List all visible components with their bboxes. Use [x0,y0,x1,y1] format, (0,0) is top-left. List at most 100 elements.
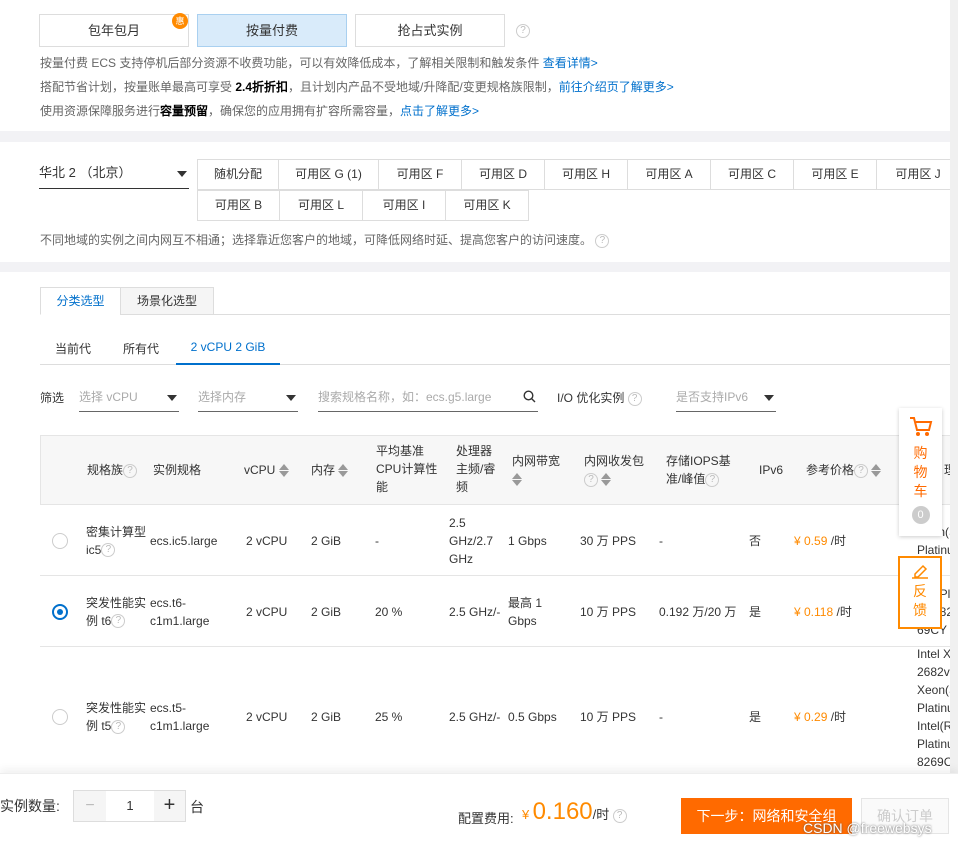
row-radio[interactable] [52,532,68,549]
sort-icon[interactable] [601,472,612,487]
tab-scenario[interactable]: 场景化选型 [120,287,214,315]
ipv6-select[interactable]: 是否支持IPv6 [676,386,776,412]
sort-icon[interactable] [871,463,882,478]
currency: ¥ [522,807,530,822]
help-icon[interactable]: ? [123,463,138,478]
vcpu-select[interactable]: 选择 vCPU [79,386,179,412]
billing-pay-as-you-go[interactable]: 按量付费 [197,14,347,47]
quantity-stepper[interactable]: − 1 + [73,790,186,822]
footer-bar: 实例数量: − 1 + 台 配置费用: ¥ 0.160/时 ? 下一步：网络和安… [0,773,958,846]
cell-vcpu: 2 vCPU [246,604,288,619]
billing-spot[interactable]: 抢占式实例 [355,14,505,47]
cell-vcpu: 2 vCPU [246,710,288,724]
decrement-button[interactable]: − [74,791,106,821]
price-unit: /时 [836,604,852,619]
zone-option[interactable]: 可用区 D [462,159,545,190]
sort-icon[interactable] [278,463,289,478]
tab-all-gen[interactable]: 所有代 [110,340,172,357]
quantity-input[interactable]: 1 [106,791,154,821]
cell-ipv6: 是 [749,604,762,619]
text: ，且计划内产品不受地域/升降配/变更规格族限制， [288,80,559,94]
scrollbar[interactable] [950,0,958,846]
table-row[interactable]: 密集计算型 ic5? ecs.ic5.large 2 vCPU 2 GiB - 2.5 G… [40,505,958,576]
search-icon[interactable] [523,390,536,403]
col-frequency: 处理器主频/睿频 [456,444,496,494]
zone-option[interactable]: 可用区 K [446,190,529,221]
tab-2vcpu-2gib[interactable]: 2 vCPU 2 GiB [176,340,280,365]
col-bandwidth[interactable]: 内网带宽 [512,452,572,488]
spec-search-input[interactable]: 搜索规格名称，如：ecs.g5.large [318,386,538,412]
cart-label: 购物车 [913,445,928,499]
text: ，确保您的应用拥有扩容所需容量， [208,104,401,118]
help-icon[interactable]: ? [111,614,126,629]
chevron-down-icon [177,171,187,177]
tab-current-gen[interactable]: 当前代 [42,340,104,357]
zone-option[interactable]: 可用区 E [794,159,877,190]
cart-icon [909,417,932,436]
row-radio[interactable] [52,603,68,620]
cart-widget[interactable]: 购物车 0 [899,408,942,536]
help-icon[interactable]: ? [627,391,642,406]
zone-option[interactable]: 随机分配 [197,159,279,190]
cell-spec: ecs.ic5.large [150,533,218,548]
text: 参考价格 [806,463,855,477]
text: 不同地域的实例之间内网互不相通；选择靠近您客户的地域，可降低网络时延、提高您客户… [40,233,593,247]
col-price[interactable]: 参考价格? [806,461,882,479]
help-icon[interactable]: ? [854,463,869,478]
help-icon[interactable]: ? [101,543,116,558]
divider [0,131,958,142]
placeholder: 搜索规格名称，如：ecs.g5.large [318,390,492,404]
cell-freq: 2.5 GHz/- [449,710,501,724]
cell-bw: 最高 1 Gbps [508,595,543,628]
zone-option[interactable]: 可用区 C [711,159,794,190]
col-iops: 存储IOPS基准/峰值? [666,452,738,488]
billing-subscription[interactable]: 包年包月 [39,14,189,47]
increment-button[interactable]: + [154,791,185,821]
col-vcpu[interactable]: vCPU [244,461,289,479]
label: 按量付费 [245,23,298,38]
zone-option[interactable]: 可用区 L [280,190,363,221]
zone-option[interactable]: 可用区 J [877,159,958,190]
help-icon[interactable]: ? [584,472,598,487]
cell-pps: 30 万 PPS [580,533,637,548]
billing-desc-1: 按量付费 ECS 支持停机后部分资源不收费功能，可以有效降低成本，了解相关限制和… [40,54,598,71]
watermark: CSDN @freewebsys [803,820,932,836]
table-row[interactable]: 突发性能实例 t6? ecs.t6-c1m1.large 2 vCPU 2 GiB 20… [40,576,958,647]
zone-option[interactable]: 可用区 A [628,159,711,190]
cell-family: 突发性能实例 t5? [86,701,147,734]
help-icon[interactable]: ? [516,24,530,38]
table-row[interactable]: 突发性能实例 t5? ecs.t5-c1m1.large 2 vCPU 2 GiB 25… [40,647,958,787]
zone-option[interactable]: 可用区 H [545,159,628,190]
col-ipv6: IPv6 [759,463,784,477]
feedback-button[interactable]: 反馈 [898,556,942,629]
details-link[interactable]: 查看详情> [543,56,598,70]
sort-icon[interactable] [512,472,522,487]
text: 搭配节省计划，按量账单最高可享受 [40,80,236,94]
zone-option[interactable]: 可用区 I [363,190,446,221]
reservation-link[interactable]: 点击了解更多> [400,104,479,118]
col-pps[interactable]: 内网收发包? [584,452,654,488]
zone-option[interactable]: 可用区 G (1) [279,159,379,190]
price-value: ¥ 0.29 [794,710,828,724]
help-icon[interactable]: ? [612,808,627,823]
table-header: 规格族? 实例规格 vCPU 内存 平均基准CPU计算性能 处理器主频/睿频 内… [40,435,958,505]
cell-mem: 2 GiB [311,710,342,724]
tab-category[interactable]: 分类选型 [40,287,121,315]
cost-label: 配置费用: [458,811,514,826]
zone-option[interactable]: 可用区 F [379,159,462,190]
help-icon[interactable]: ? [111,719,126,734]
row-radio[interactable] [52,709,68,725]
region-select[interactable]: 华北 2 （北京） [39,160,189,189]
text: 存储IOPS基准/峰值 [666,454,731,486]
help-icon[interactable]: ? [705,472,720,487]
col-memory[interactable]: 内存 [311,461,349,479]
help-icon[interactable]: ? [595,233,610,248]
label: 抢占式实例 [397,23,463,38]
sort-icon[interactable] [338,463,349,478]
edit-icon [912,564,928,579]
memory-select[interactable]: 选择内存 [198,386,298,412]
zone-option[interactable]: 可用区 B [197,190,280,221]
savings-plan-link[interactable]: 前往介绍页了解更多> [559,80,674,94]
label: 包年包月 [87,23,140,38]
cell-bw: 0.5 Gbps [508,710,557,724]
